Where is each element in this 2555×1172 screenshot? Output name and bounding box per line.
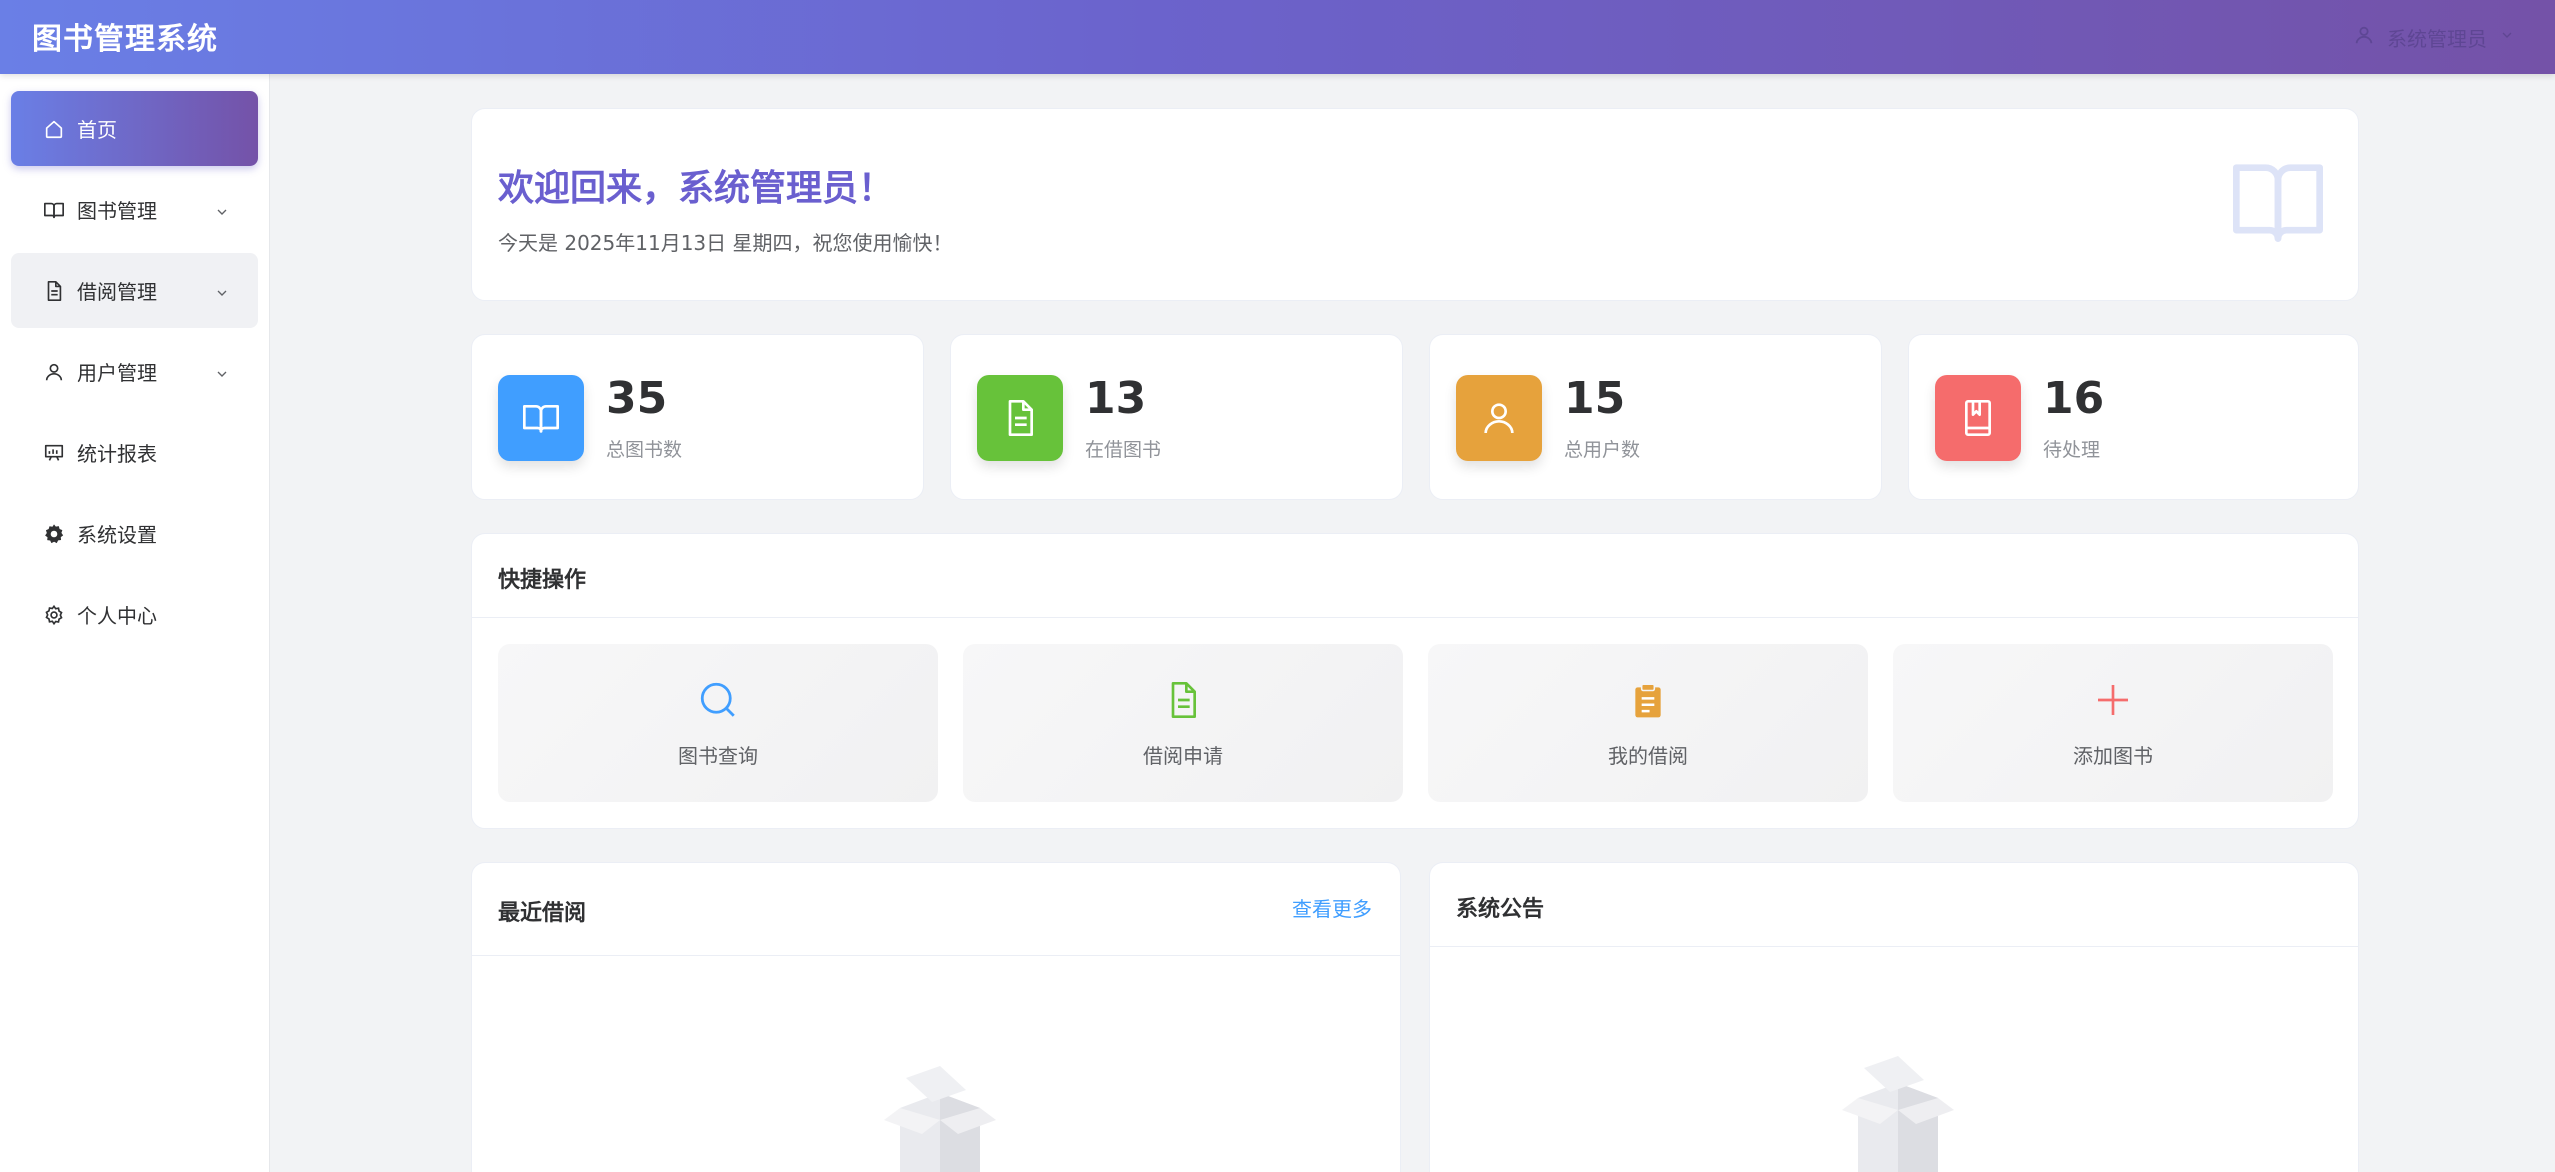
stat-label: 总图书数 xyxy=(606,439,683,461)
settings-icon xyxy=(43,604,65,626)
quick-action-book-search[interactable]: 图书查询 xyxy=(498,644,938,802)
empty-box-illustration xyxy=(870,1048,1010,1172)
app-title: 图书管理系统 xyxy=(32,22,218,57)
quick-action-my-borrows[interactable]: 我的借阅 xyxy=(1428,644,1868,802)
stat-card-borrowed-books: 13 在借图书 xyxy=(950,334,1403,500)
view-more-link[interactable]: 查看更多 xyxy=(1292,893,1372,922)
sidebar-item-reports[interactable]: 统计报表 xyxy=(11,415,258,490)
quick-action-label: 图书查询 xyxy=(678,744,758,768)
quick-action-borrow-request[interactable]: 借阅申请 xyxy=(963,644,1403,802)
document-icon xyxy=(1161,678,1205,722)
sidebar-item-label: 统计报表 xyxy=(77,442,157,466)
welcome-subtitle: 今天是 2025年11月13日 星期四，祝您使用愉快！ xyxy=(498,231,953,255)
section-title: 系统公告 xyxy=(1456,897,1545,922)
empty-box-illustration xyxy=(1828,1038,1968,1172)
chevron-down-icon xyxy=(214,282,230,298)
announcements-card: 系统公告 xyxy=(1429,862,2359,1172)
top-header: 图书管理系统 系统管理员 xyxy=(0,0,2555,74)
sidebar-item-system-settings[interactable]: 系统设置 xyxy=(11,496,258,571)
notebook-icon xyxy=(1935,375,2021,461)
user-icon xyxy=(1456,375,1542,461)
sidebar-item-books[interactable]: 图书管理 xyxy=(11,172,258,247)
clipboard-icon xyxy=(1626,678,1670,722)
sidebar-item-home[interactable]: 首页 xyxy=(11,91,258,166)
plus-icon xyxy=(2091,678,2135,722)
home-icon xyxy=(43,118,65,140)
chevron-down-icon xyxy=(214,363,230,379)
stat-card-total-users: 15 总用户数 xyxy=(1429,334,1882,500)
stat-label: 总用户数 xyxy=(1564,439,1641,461)
stat-value: 16 xyxy=(2043,373,2105,424)
quick-action-label: 添加图书 xyxy=(2073,744,2153,768)
user-name: 系统管理员 xyxy=(2387,26,2487,51)
search-icon xyxy=(696,678,740,722)
stat-card-total-books: 35 总图书数 xyxy=(471,334,924,500)
section-title: 最近借阅 xyxy=(498,901,587,926)
sidebar-item-label: 图书管理 xyxy=(77,199,157,223)
sidebar-item-label: 用户管理 xyxy=(77,361,157,385)
sidebar-item-users[interactable]: 用户管理 xyxy=(11,334,258,409)
divider xyxy=(1430,946,2358,947)
user-icon xyxy=(43,361,65,383)
gear-filled-icon xyxy=(43,523,65,545)
book-icon xyxy=(43,199,65,221)
document-icon xyxy=(977,375,1063,461)
sidebar: 首页 图书管理 借阅管理 用户管理 统计报表 系统设置 个人中心 xyxy=(0,74,270,1172)
stat-label: 在借图书 xyxy=(1085,439,1162,461)
sidebar-item-label: 系统设置 xyxy=(77,523,157,547)
recent-borrow-card: 最近借阅 查看更多 xyxy=(471,862,1401,1172)
stat-label: 待处理 xyxy=(2043,439,2101,461)
divider xyxy=(472,617,2358,618)
stat-value: 13 xyxy=(1085,373,1147,424)
sidebar-item-label: 首页 xyxy=(77,118,117,142)
book-icon xyxy=(498,375,584,461)
welcome-card: 欢迎回来，系统管理员！ 今天是 2025年11月13日 星期四，祝您使用愉快！ xyxy=(471,108,2359,301)
quick-action-label: 我的借阅 xyxy=(1608,744,1688,768)
document-icon xyxy=(43,280,65,302)
welcome-title: 欢迎回来，系统管理员！ xyxy=(498,168,895,209)
sidebar-item-label: 借阅管理 xyxy=(77,280,157,304)
open-book-icon xyxy=(2228,155,2328,251)
sidebar-item-borrow[interactable]: 借阅管理 xyxy=(11,253,258,328)
chevron-down-icon xyxy=(214,201,230,217)
quick-actions-card: 快捷操作 图书查询 借阅申请 我的借阅 添加图书 xyxy=(471,533,2359,829)
quick-action-add-book[interactable]: 添加图书 xyxy=(1893,644,2333,802)
sidebar-item-profile[interactable]: 个人中心 xyxy=(11,577,258,652)
chart-icon xyxy=(43,442,65,464)
sidebar-item-label: 个人中心 xyxy=(77,604,157,628)
quick-action-label: 借阅申请 xyxy=(1143,744,1223,768)
divider xyxy=(472,955,1400,956)
stat-value: 35 xyxy=(606,373,668,424)
user-avatar-icon xyxy=(2353,24,2375,50)
stat-value: 15 xyxy=(1564,373,1626,424)
user-menu[interactable]: 系统管理员 xyxy=(2353,22,2515,52)
section-title: 快捷操作 xyxy=(498,568,587,593)
stat-card-pending: 16 待处理 xyxy=(1908,334,2359,500)
chevron-down-icon xyxy=(2499,27,2515,47)
